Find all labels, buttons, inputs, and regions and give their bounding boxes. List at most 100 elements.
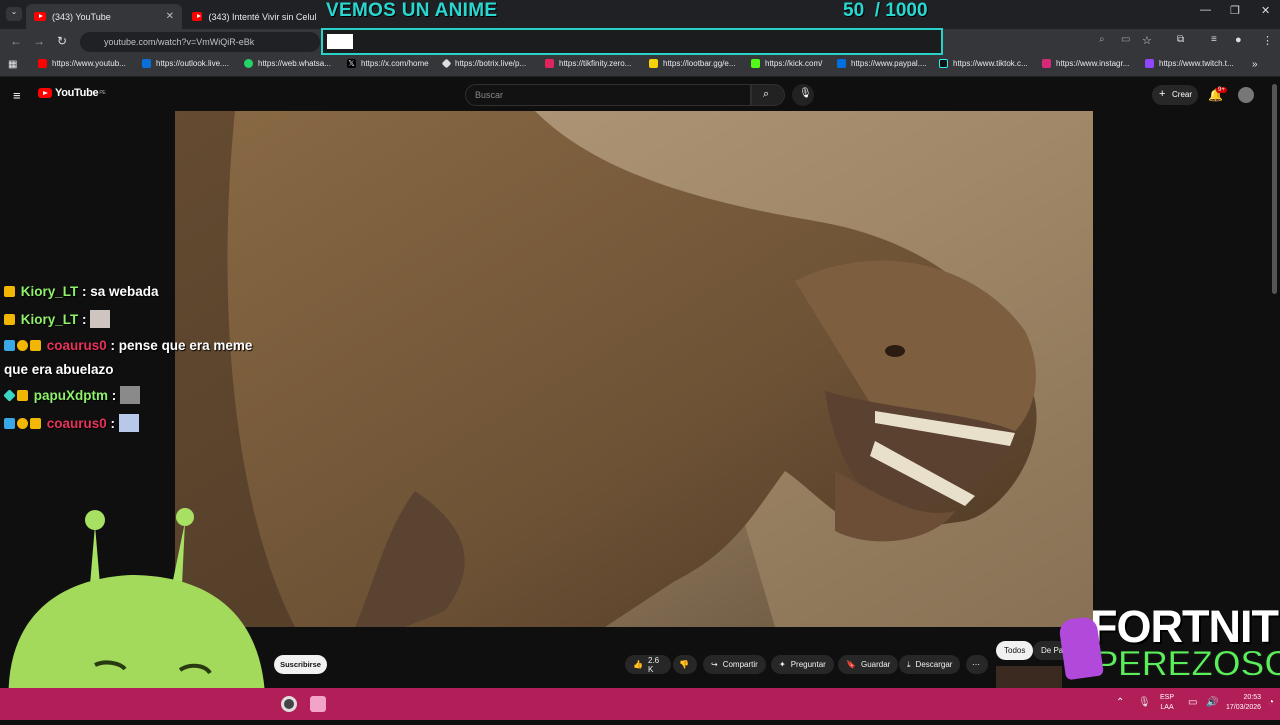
- back-icon[interactable]: ←: [10, 34, 22, 48]
- language-code: ESP: [1160, 694, 1175, 701]
- youtube-logo[interactable]: YouTube PE: [38, 87, 106, 99]
- thumbs-up-icon: 👍: [633, 660, 643, 669]
- stream-chat: Kiory_LT : sa webada Kiory_LT : coaurus0…: [3, 278, 294, 438]
- minimize-icon[interactable]: —: [1200, 4, 1211, 16]
- share-button[interactable]: ↪ Compartir: [703, 655, 766, 674]
- lootbar-icon: [649, 59, 658, 68]
- bookmark-item[interactable]: https://tikfinity.zero...: [545, 59, 631, 68]
- url-field[interactable]: youtube.com/watch?v=VmWiQiR-eBk: [80, 32, 320, 52]
- one-badge-icon: [17, 340, 28, 351]
- chat-message: Kiory_LT : sa webada: [4, 278, 294, 306]
- save-button[interactable]: 🔖 Guardar: [838, 655, 899, 674]
- goal-counter: 50 / 1000: [843, 0, 928, 22]
- chat-message: papuXdptm :: [3, 382, 294, 410]
- hamburger-menu-icon[interactable]: ≡: [13, 88, 21, 103]
- microphone-icon[interactable]: 🎙: [1138, 697, 1151, 708]
- chat-text-continued: que era abuelazo: [4, 362, 114, 377]
- apps-icon[interactable]: ▦: [8, 59, 17, 70]
- subscribe-button[interactable]: Suscribirse: [274, 655, 327, 674]
- crown-badge-icon: [4, 286, 15, 297]
- region-code: PE: [99, 90, 106, 96]
- emote-icon: [118, 414, 139, 432]
- tray-chevron-icon[interactable]: ⌃: [1116, 697, 1124, 708]
- tab-label: (343) YouTube: [52, 11, 111, 22]
- chip-all-label: Todos: [1004, 646, 1026, 655]
- volume-icon[interactable]: 🔊: [1206, 697, 1218, 708]
- cast-icon[interactable]: ▭: [1121, 34, 1130, 45]
- x-icon: 𝕏: [347, 59, 356, 68]
- bookmark-item[interactable]: https://www.instagr...: [1042, 59, 1129, 68]
- create-button[interactable]: + Crear: [1152, 85, 1198, 105]
- whatsapp-icon: [244, 59, 253, 68]
- ask-label: Preguntar: [790, 660, 826, 669]
- scrollbar[interactable]: [1272, 84, 1277, 294]
- zoom-icon[interactable]: ⌕: [1099, 34, 1105, 45]
- more-icon: ⋯: [972, 660, 980, 669]
- menu-icon[interactable]: ⋮: [1262, 34, 1273, 47]
- search-button[interactable]: ⌕: [751, 84, 785, 106]
- tab-youtube[interactable]: (343) YouTube ✕: [26, 4, 182, 29]
- close-icon[interactable]: ✕: [166, 11, 174, 22]
- clock-time: 20:53: [1243, 694, 1262, 701]
- chat-text: pense que era meme: [118, 338, 253, 353]
- crown-badge-icon: [30, 340, 41, 351]
- display-icon[interactable]: ▭: [1188, 697, 1197, 708]
- notification-center-icon[interactable]: ◔: [1268, 697, 1274, 708]
- close-window-icon[interactable]: ✕: [1261, 4, 1270, 17]
- like-button[interactable]: 👍 2.6 K: [625, 655, 671, 674]
- extensions-icon[interactable]: ⧉: [1177, 34, 1184, 45]
- youtube-icon: [34, 12, 46, 21]
- bookmark-item[interactable]: https://www.youtub...: [38, 59, 126, 68]
- reload-icon[interactable]: ↻: [57, 34, 67, 48]
- search-icon: ⌕: [763, 88, 770, 100]
- related-video-thumbnail[interactable]: [996, 666, 1062, 688]
- more-actions-button[interactable]: ⋯: [966, 655, 988, 674]
- branding-channel: PEREZOSO1: [1093, 643, 1280, 684]
- crown-badge-icon: [4, 314, 15, 325]
- reading-list-icon[interactable]: ≡: [1211, 34, 1217, 45]
- thumbs-down-icon: 👎: [679, 660, 689, 669]
- goal-total: / 1000: [874, 0, 928, 21]
- bookmark-item[interactable]: https://outlook.live....: [142, 59, 229, 68]
- download-button[interactable]: ⤓ Descargar: [899, 655, 961, 674]
- youtube-icon: [192, 12, 203, 21]
- chat-username: coaurus0: [46, 338, 107, 353]
- chat-text: sa webada: [90, 284, 159, 299]
- bookmark-item[interactable]: https://botrix.live/p...: [441, 58, 526, 69]
- diamond-badge-icon: [3, 389, 16, 402]
- bookmark-item[interactable]: https://www.twitch.t...: [1145, 59, 1234, 68]
- forward-icon[interactable]: →: [33, 34, 45, 48]
- subscribe-label: Suscribirse: [280, 660, 321, 669]
- voice-search-button[interactable]: 🎙: [792, 84, 814, 106]
- like-count: 2.6 K: [647, 655, 660, 674]
- profile-icon[interactable]: ●: [1235, 34, 1242, 46]
- youtube-icon: [38, 59, 47, 68]
- bookmark-item[interactable]: 𝕏https://x.com/home: [347, 59, 429, 68]
- dislike-button[interactable]: 👎: [673, 655, 697, 674]
- tab-search-button[interactable]: ⌄: [6, 7, 22, 21]
- language-indicator[interactable]: ESP LAA: [1160, 693, 1174, 713]
- logo-text: YouTube: [55, 87, 99, 99]
- search-input[interactable]: Buscar: [465, 84, 751, 106]
- goal-progress-fill: [327, 34, 353, 49]
- emote-icon: [120, 386, 141, 404]
- more-bookmarks-icon[interactable]: »: [1252, 59, 1258, 70]
- clock[interactable]: 20:53 17/03/2026: [1226, 693, 1261, 713]
- bookmark-item[interactable]: https://lootbar.gg/e...: [649, 59, 736, 68]
- bookmark-star-icon[interactable]: ☆: [1142, 34, 1152, 47]
- bookmark-item[interactable]: https://www.paypal....: [837, 59, 927, 68]
- ask-button[interactable]: ✦ Preguntar: [771, 655, 834, 674]
- tab-video[interactable]: (343) Intenté Vivir sin Celular p: [184, 4, 324, 29]
- maximize-icon[interactable]: ❐: [1230, 4, 1240, 17]
- app-icon[interactable]: [310, 696, 326, 712]
- url-text: youtube.com/watch?v=VmWiQiR-eBk: [104, 37, 255, 47]
- avatar[interactable]: [1238, 87, 1254, 103]
- chat-message: Kiory_LT :: [4, 306, 294, 334]
- chip-all[interactable]: Todos: [996, 641, 1034, 660]
- bookmark-item[interactable]: https://web.whatsa...: [244, 59, 331, 68]
- bookmark-item[interactable]: https://www.tiktok.c...: [939, 59, 1028, 68]
- chat-message: coaurus0 : pense que era meme que era ab…: [4, 338, 253, 377]
- bookmark-item[interactable]: https://kick.com/: [751, 59, 822, 68]
- chrome-icon[interactable]: [281, 696, 297, 712]
- video-player[interactable]: [175, 111, 1093, 627]
